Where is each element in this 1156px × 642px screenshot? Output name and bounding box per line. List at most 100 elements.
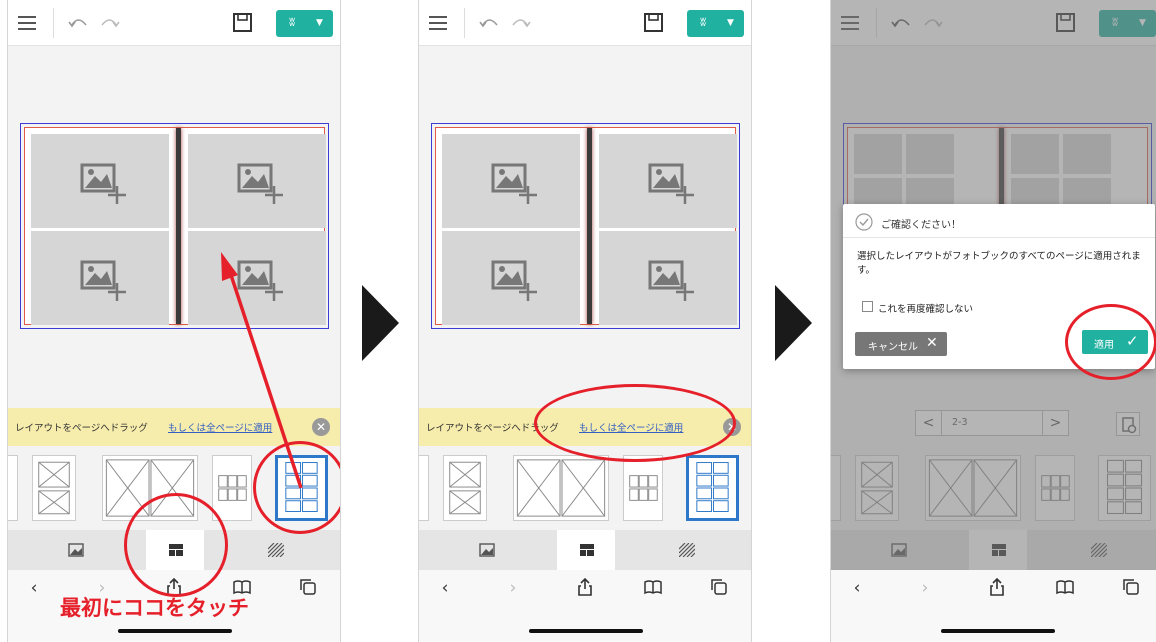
photo-slot[interactable] <box>188 231 326 325</box>
photo-add-icon <box>80 163 126 204</box>
photo-add-icon <box>237 260 283 301</box>
editor-tabbar <box>419 530 751 570</box>
layout-thumb[interactable] <box>623 455 663 521</box>
pattern-icon <box>679 543 695 557</box>
layout-thumb[interactable] <box>443 455 487 521</box>
banner-text: レイアウトをページへドラッグ <box>15 423 148 434</box>
bookmarks-icon[interactable] <box>641 578 665 600</box>
menu-icon[interactable] <box>429 13 451 33</box>
phone-panel-2: ʬ ▼ レイアウトをページへドラッグ もしくは全ページに適用 ✕ ‹ › <box>418 0 752 642</box>
bookmarks-icon[interactable] <box>1053 578 1077 600</box>
toolbar-divider <box>464 8 465 38</box>
tab-background[interactable] <box>657 530 715 570</box>
photo-add-icon <box>491 260 537 301</box>
browser-toolbar: ‹ › <box>831 570 1156 642</box>
dont-ask-again-label: これを再度確認しない <box>878 304 974 315</box>
cart-icon: ʬ <box>289 15 296 29</box>
tabs-icon[interactable] <box>296 578 320 600</box>
cart-icon: ʬ <box>700 15 707 29</box>
annotation-circle <box>534 384 736 462</box>
instruction-text: 最初にココをタッチ <box>60 596 249 620</box>
phone-panel-1: ʬ ▼ レイアウトをページへドラッグ もしくは全ページに適用 ✕ ‹ › 最初に… <box>7 0 341 642</box>
photos-icon <box>68 543 84 557</box>
photo-slot[interactable] <box>442 231 580 325</box>
redo-icon[interactable] <box>98 13 122 33</box>
apply-all-link[interactable]: もしくは全ページに適用 <box>168 420 272 434</box>
layout-icon <box>580 544 594 556</box>
back-icon[interactable]: ‹ <box>433 578 457 600</box>
book-spine <box>587 128 592 324</box>
toolbar-divider <box>53 8 54 38</box>
undo-icon[interactable] <box>477 13 501 33</box>
cancel-label: キャンセル <box>868 342 918 353</box>
save-icon[interactable] <box>232 12 254 34</box>
annotation-circle <box>1065 304 1156 380</box>
photo-slot[interactable] <box>442 134 580 228</box>
layout-thumb[interactable] <box>212 455 252 521</box>
annotation-circle <box>253 441 340 534</box>
menu-icon[interactable] <box>18 13 40 33</box>
back-icon[interactable]: ‹ <box>845 578 869 600</box>
check-circle-icon <box>855 213 873 231</box>
photo-slot[interactable] <box>31 231 169 325</box>
home-indicator <box>118 629 232 633</box>
layout-banner: レイアウトをページへドラッグ もしくは全ページに適用 ✕ <box>8 408 340 446</box>
tabs-icon[interactable] <box>707 578 731 600</box>
photo-add-icon <box>648 163 694 204</box>
layout-thumb[interactable] <box>419 455 429 521</box>
dont-ask-again-checkbox[interactable] <box>862 301 873 312</box>
top-toolbar: ʬ ▼ <box>419 0 751 46</box>
spread-page-area <box>435 127 737 325</box>
forward-icon[interactable]: › <box>501 578 525 600</box>
tab-background[interactable] <box>246 530 304 570</box>
phone-panel-3: ʬ ▼ < 2-3 > <box>830 0 1156 642</box>
step-arrow-icon <box>775 285 812 361</box>
photo-add-icon <box>80 260 126 301</box>
spread-page-area <box>24 127 326 325</box>
forward-icon[interactable]: › <box>913 578 937 600</box>
layout-thumb[interactable] <box>8 455 18 521</box>
redo-icon[interactable] <box>509 13 533 33</box>
browser-toolbar: ‹ › <box>419 570 751 642</box>
photo-slot[interactable] <box>188 134 326 228</box>
back-icon[interactable]: ‹ <box>22 578 46 600</box>
photobook-spread <box>20 123 329 329</box>
step-arrow-icon <box>362 285 399 361</box>
share-icon[interactable] <box>573 577 597 600</box>
photo-add-icon <box>237 163 283 204</box>
photo-add-icon <box>648 260 694 301</box>
save-icon[interactable] <box>643 12 665 34</box>
chevron-down-icon: ▼ <box>316 18 323 28</box>
photo-slot[interactable] <box>599 134 737 228</box>
tutorial-screenshot: ʬ ▼ レイアウトをページへドラッグ もしくは全ページに適用 ✕ ‹ › 最初に… <box>0 0 1156 642</box>
photo-add-icon <box>491 163 537 204</box>
layout-thumb[interactable] <box>32 455 76 521</box>
tab-layout[interactable] <box>557 530 615 570</box>
dialog-message: 選択したレイアウトがフォトブックのすべてのページに適用されます。 <box>857 251 1141 276</box>
top-toolbar: ʬ ▼ <box>8 0 340 46</box>
annotation-circle <box>124 493 228 597</box>
cancel-button[interactable]: キャンセル ✕ <box>855 332 947 356</box>
undo-icon[interactable] <box>66 13 90 33</box>
photos-icon <box>479 543 495 557</box>
layout-thumbnails <box>419 452 751 526</box>
home-indicator <box>941 629 1055 633</box>
tab-photos[interactable] <box>457 530 515 570</box>
layout-thumb[interactable] <box>513 455 609 521</box>
book-spine <box>176 128 181 324</box>
photo-slot[interactable] <box>31 134 169 228</box>
pattern-icon <box>268 543 284 557</box>
close-icon[interactable]: ✕ <box>312 418 330 436</box>
tabs-icon[interactable] <box>1119 578 1143 600</box>
chevron-down-icon: ▼ <box>727 18 734 28</box>
cart-button[interactable]: ʬ ▼ <box>687 10 744 37</box>
cart-button[interactable]: ʬ ▼ <box>276 10 333 37</box>
photobook-spread <box>431 123 740 329</box>
dialog-title: ご確認ください！ <box>881 220 961 231</box>
photo-slot[interactable] <box>599 231 737 325</box>
home-indicator <box>529 629 643 633</box>
share-icon[interactable] <box>985 577 1009 600</box>
tab-photos[interactable] <box>46 530 104 570</box>
layout-thumb-selected[interactable] <box>686 455 739 521</box>
dialog-header: ご確認ください！ <box>843 204 1155 238</box>
